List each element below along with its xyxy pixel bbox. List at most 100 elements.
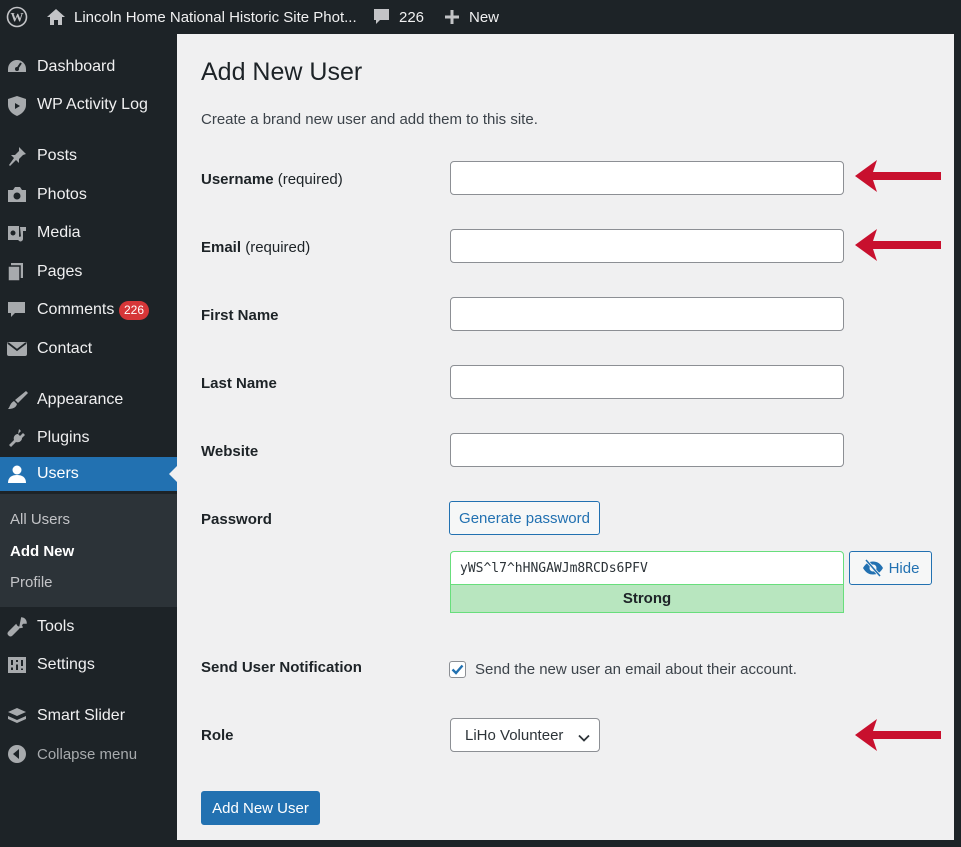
username-input[interactable]	[450, 161, 844, 195]
user-icon	[6, 464, 28, 484]
menu-item-label: Settings	[37, 656, 95, 673]
new-content-link[interactable]: New	[444, 0, 499, 34]
menu-item-contact[interactable]: Contact	[0, 332, 177, 366]
role-selected-value: LiHo Volunteer	[465, 727, 564, 744]
website-input[interactable]	[450, 433, 844, 467]
email-label: Email (required)	[201, 239, 310, 256]
send-notification-text: Send the new user an email about their a…	[475, 661, 797, 678]
first-name-label: First Name	[201, 307, 279, 324]
main-content: Add New User Create a brand new user and…	[177, 34, 954, 840]
eye-slash-icon	[862, 559, 884, 577]
admin-bar: W Lincoln Home National Historic Site Ph…	[0, 0, 961, 34]
menu-item-label: Comments	[37, 301, 115, 318]
page-description: Create a brand new user and add them to …	[201, 111, 538, 128]
menu-item-label: WP Activity Log	[37, 96, 148, 113]
collapse-menu-button[interactable]: Collapse menu	[0, 737, 177, 771]
role-select[interactable]: LiHo Volunteer	[450, 718, 600, 752]
window-edge-right	[954, 34, 961, 847]
first-name-input[interactable]	[450, 297, 844, 331]
menu-item-media[interactable]: Media	[0, 216, 177, 250]
username-label-text: Username	[201, 171, 274, 188]
comments-count: 226	[399, 8, 425, 26]
menu-item-label: Posts	[37, 147, 78, 164]
collapse-icon	[6, 744, 28, 764]
website-label: Website	[201, 443, 259, 460]
submenu-all-users[interactable]: All Users	[10, 511, 70, 528]
site-home-link[interactable]: Lincoln Home National Historic Site Phot…	[46, 0, 357, 34]
menu-item-label: Photos	[37, 186, 87, 203]
menu-item-label: Media	[37, 224, 81, 241]
menu-item-label: Tools	[37, 618, 75, 635]
menu-item-label: Contact	[37, 340, 93, 357]
menu-item-pages[interactable]: Pages	[0, 255, 177, 289]
comments-count-badge: 226	[119, 301, 150, 320]
wordpress-logo-icon[interactable]: W	[6, 0, 28, 34]
menu-item-users[interactable]: Users	[0, 457, 177, 491]
annotation-arrow-icon	[855, 719, 941, 751]
last-name-input[interactable]	[450, 365, 844, 399]
menu-item-dashboard[interactable]: Dashboard	[0, 50, 177, 84]
settings-icon	[6, 655, 28, 675]
submenu-add-new[interactable]: Add New	[10, 543, 74, 560]
chevron-down-icon	[578, 730, 590, 747]
camera-icon	[6, 185, 28, 205]
menu-item-comments[interactable]: Comments 226	[0, 293, 177, 327]
comment-icon	[372, 8, 391, 26]
last-name-label: Last Name	[201, 375, 277, 392]
users-submenu: All Users Add New Profile	[0, 494, 177, 607]
menu-item-label: Smart Slider	[37, 707, 126, 724]
username-label: Username (required)	[201, 171, 343, 188]
submenu-profile[interactable]: Profile	[10, 574, 53, 591]
menu-item-wp-activity-log[interactable]: WP Activity Log	[0, 88, 177, 122]
pushpin-icon	[6, 146, 28, 166]
password-input[interactable]: yWS^l7^hHNGAWJm8RCDs6PFV	[450, 551, 844, 585]
password-label: Password	[201, 511, 272, 528]
site-name: Lincoln Home National Historic Site Phot…	[74, 8, 357, 26]
svg-text:W: W	[11, 10, 24, 25]
send-notification-checkbox[interactable]	[449, 661, 466, 678]
slider-icon	[6, 706, 28, 726]
annotation-arrow-icon	[855, 160, 941, 192]
menu-item-label: Dashboard	[37, 58, 116, 75]
menu-item-label: Plugins	[37, 429, 90, 446]
new-label: New	[469, 8, 500, 26]
add-new-user-button[interactable]: Add New User	[201, 791, 320, 825]
email-input[interactable]	[450, 229, 844, 263]
menu-item-label: Collapse menu	[37, 745, 138, 763]
plus-icon	[444, 9, 460, 25]
notification-label: Send User Notification	[201, 659, 362, 676]
menu-item-appearance[interactable]: Appearance	[0, 383, 177, 417]
window-edge-bottom	[177, 840, 961, 847]
paintbrush-icon	[6, 390, 28, 410]
email-label-text: Email	[201, 239, 242, 256]
menu-item-smart-slider[interactable]: Smart Slider	[0, 699, 177, 733]
home-icon	[46, 8, 66, 26]
email-required-note: (required)	[245, 239, 311, 256]
menu-item-label: Pages	[37, 263, 83, 280]
role-label: Role	[201, 727, 234, 744]
menu-item-plugins[interactable]: Plugins	[0, 421, 177, 455]
menu-item-label: Appearance	[37, 391, 124, 408]
password-strength-meter: Strong	[450, 585, 844, 613]
menu-item-photos[interactable]: Photos	[0, 178, 177, 212]
menu-item-tools[interactable]: Tools	[0, 610, 177, 644]
username-required-note: (required)	[277, 171, 343, 188]
dashboard-icon	[6, 57, 28, 77]
page-title: Add New User	[201, 58, 363, 86]
hide-label: Hide	[888, 559, 920, 577]
admin-sidebar: Dashboard WP Activity Log Posts Photos M…	[0, 34, 177, 847]
plug-icon	[6, 428, 28, 448]
shield-icon	[6, 95, 28, 116]
menu-item-posts[interactable]: Posts	[0, 139, 177, 173]
envelope-icon	[6, 339, 28, 359]
pages-icon	[6, 262, 28, 282]
media-icon	[6, 223, 28, 243]
generate-password-button[interactable]: Generate password	[449, 501, 600, 535]
hide-password-button[interactable]: Hide	[849, 551, 932, 585]
comment-icon	[6, 300, 28, 320]
annotation-arrow-icon	[855, 229, 941, 261]
wrench-icon	[6, 617, 28, 637]
menu-item-label: Users	[37, 465, 79, 482]
menu-item-settings[interactable]: Settings	[0, 648, 177, 682]
comments-link[interactable]: 226	[372, 0, 424, 34]
